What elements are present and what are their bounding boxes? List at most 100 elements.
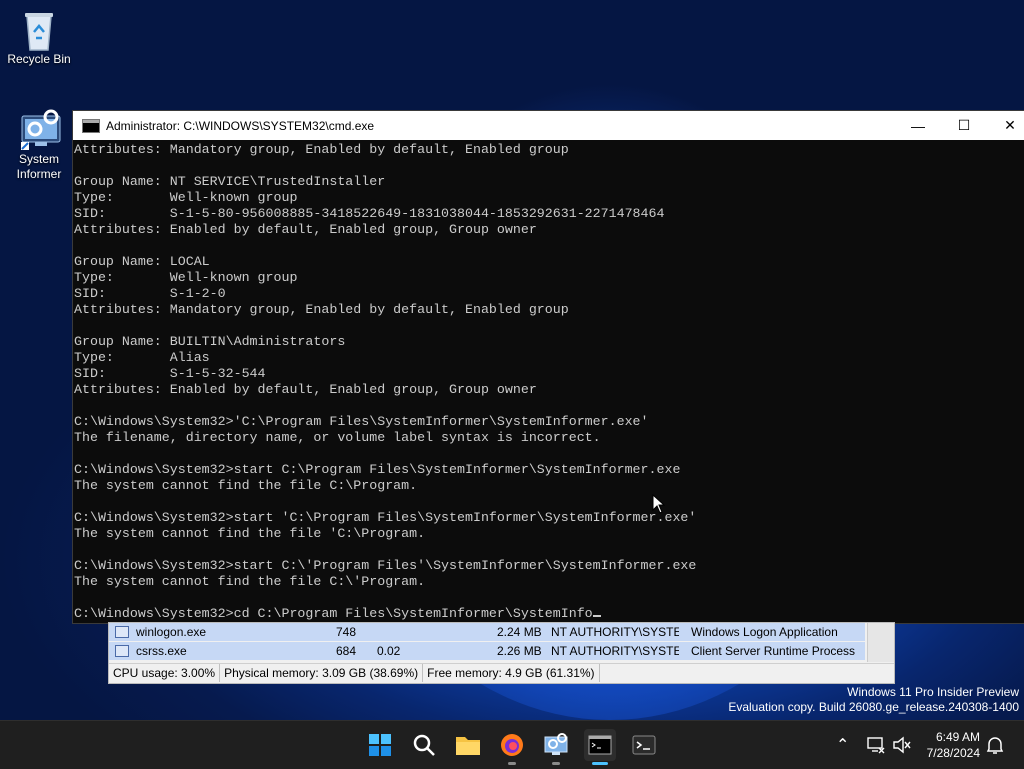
firefox-button[interactable] <box>496 729 528 765</box>
cmd-icon <box>588 735 612 755</box>
start-icon <box>369 734 391 756</box>
clock-date: 7/28/2024 <box>926 746 980 760</box>
free-memory-status: Free memory: 4.9 GB (61.31%) <box>423 664 600 682</box>
network-icon <box>867 737 885 754</box>
taskbar: ⌃ 6:49 AM 7/28/2024 <box>0 720 1024 769</box>
console-line: Type: Alias <box>74 350 210 365</box>
process-name: csrss.exe <box>136 644 187 658</box>
console-line: The system cannot find the file 'C:\Prog… <box>74 526 426 541</box>
console-line: Type: Well-known group <box>74 190 298 205</box>
system-informer-desktop-icon <box>19 108 61 150</box>
active-indicator <box>592 762 608 765</box>
system-informer-taskbar-button[interactable] <box>540 729 572 765</box>
minimize-button[interactable]: — <box>895 111 941 140</box>
cmd-taskbar-button[interactable] <box>584 729 616 765</box>
network-button[interactable] <box>866 721 886 769</box>
text-cursor <box>592 615 601 617</box>
console-line: The system cannot find the file C:\'Prog… <box>74 574 426 589</box>
show-hidden-icons-button[interactable]: ⌃ <box>836 721 849 769</box>
console-line: Group Name: BUILTIN\Administrators <box>74 334 346 349</box>
watermark-edition: Windows 11 Pro Insider Preview <box>847 685 1019 699</box>
cpu-usage-status: CPU usage: 3.00% <box>109 664 221 682</box>
process-icon <box>115 645 129 657</box>
search-button[interactable] <box>408 729 440 761</box>
process-description: Windows Logon Application <box>691 625 838 639</box>
volume-muted-icon <box>893 736 911 754</box>
system-informer-window[interactable]: winlogon.exe 748 2.24 MB NT AUTHORITY\SY… <box>108 622 895 684</box>
console-line: C:\Windows\System32>start 'C:\Program Fi… <box>74 510 697 525</box>
command-line[interactable]: C:\Windows\System32>cd C:\Program Files\… <box>74 606 1024 622</box>
console-output[interactable]: Attributes: Mandatory group, Enabled by … <box>73 140 1024 622</box>
watermark-build: Evaluation copy. Build 26080.ge_release.… <box>728 700 1019 714</box>
process-private-bytes: 2.26 MB <box>497 644 542 658</box>
process-pid: 748 <box>336 625 357 639</box>
prompt-input[interactable]: C:\Windows\System32>cd C:\Program Files\… <box>74 606 593 621</box>
notifications-button[interactable] <box>986 721 1004 769</box>
terminal-icon <box>632 735 656 755</box>
firefox-icon <box>501 734 523 756</box>
search-icon <box>413 734 435 756</box>
system-informer-icon <box>544 733 568 755</box>
scrollbar[interactable] <box>867 623 894 662</box>
process-user: NT AUTHORITY\SYSTEM <box>551 644 679 658</box>
chevron-up-icon: ⌃ <box>836 737 850 754</box>
console-line: The filename, directory name, or volume … <box>74 430 601 445</box>
cmd-icon <box>82 118 100 133</box>
console-line: Attributes: Mandatory group, Enabled by … <box>74 142 569 157</box>
console-line: SID: S-1-5-32-544 <box>74 366 266 381</box>
terminal-button[interactable] <box>628 729 660 761</box>
mouse-pointer-icon <box>652 493 666 519</box>
console-line: C:\Windows\System32>start C:\Program Fil… <box>74 462 681 477</box>
console-line: C:\Windows\System32>'C:\Program Files\Sy… <box>74 414 649 429</box>
clock[interactable]: 6:49 AM 7/28/2024 <box>927 729 980 761</box>
process-icon <box>115 626 129 638</box>
console-line: SID: S-1-2-0 <box>74 286 226 301</box>
file-explorer-icon <box>456 737 480 755</box>
volume-button[interactable] <box>892 721 912 769</box>
recycle-bin-label: Recycle Bin <box>7 52 71 66</box>
console-line: SID: S-1-5-80-956008885-3418522649-18310… <box>74 206 665 221</box>
console-line: Type: Well-known group <box>74 270 298 285</box>
clock-time: 6:49 AM <box>935 730 980 744</box>
process-cpu: 0.02 <box>377 644 401 658</box>
physical-memory-status: Physical memory: 3.09 GB (38.69%) <box>220 664 424 682</box>
system-informer-shortcut[interactable]: System Informer <box>3 108 75 182</box>
start-button[interactable] <box>364 729 396 761</box>
status-bar: CPU usage: 3.00% Physical memory: 3.09 G… <box>109 663 894 682</box>
console-line: C:\Windows\System32>start C:\'Program Fi… <box>74 558 697 573</box>
system-informer-label: System Informer <box>16 152 62 181</box>
console-line: Group Name: NT SERVICE\TrustedInstaller <box>74 174 386 189</box>
recycle-bin-icon <box>19 8 59 51</box>
console-line: Attributes: Enabled by default, Enabled … <box>74 382 537 397</box>
window-title: Administrator: C:\WINDOWS\SYSTEM32\cmd.e… <box>106 118 375 133</box>
bell-icon <box>986 737 1004 754</box>
process-name: winlogon.exe <box>136 625 207 639</box>
console-line: The system cannot find the file C:\Progr… <box>74 478 418 493</box>
process-pid: 684 <box>336 644 357 658</box>
running-indicator <box>508 762 516 765</box>
process-row[interactable]: winlogon.exe 748 2.24 MB NT AUTHORITY\SY… <box>109 623 865 641</box>
console-line: Group Name: LOCAL <box>74 254 210 269</box>
process-private-bytes: 2.24 MB <box>497 625 542 639</box>
maximize-button[interactable]: ☐ <box>941 111 987 140</box>
console-line: Attributes: Mandatory group, Enabled by … <box>74 302 569 317</box>
evaluation-watermark: Windows 11 Pro Insider Preview Evaluatio… <box>728 685 1019 715</box>
process-row[interactable]: csrss.exe 684 0.02 2.26 MB NT AUTHORITY\… <box>109 642 865 660</box>
title-bar[interactable]: Administrator: C:\WINDOWS\SYSTEM32\cmd.e… <box>73 111 1024 140</box>
recycle-bin-shortcut[interactable]: Recycle Bin <box>3 8 75 67</box>
process-user: NT AUTHORITY\SYSTEM <box>551 625 679 639</box>
cmd-window[interactable]: Administrator: C:\WINDOWS\SYSTEM32\cmd.e… <box>72 110 1024 624</box>
running-indicator <box>552 762 560 765</box>
close-button[interactable]: ✕ <box>987 111 1024 140</box>
console-line: Attributes: Enabled by default, Enabled … <box>74 222 537 237</box>
file-explorer-button[interactable] <box>452 729 484 761</box>
process-description: Client Server Runtime Process <box>691 644 856 658</box>
